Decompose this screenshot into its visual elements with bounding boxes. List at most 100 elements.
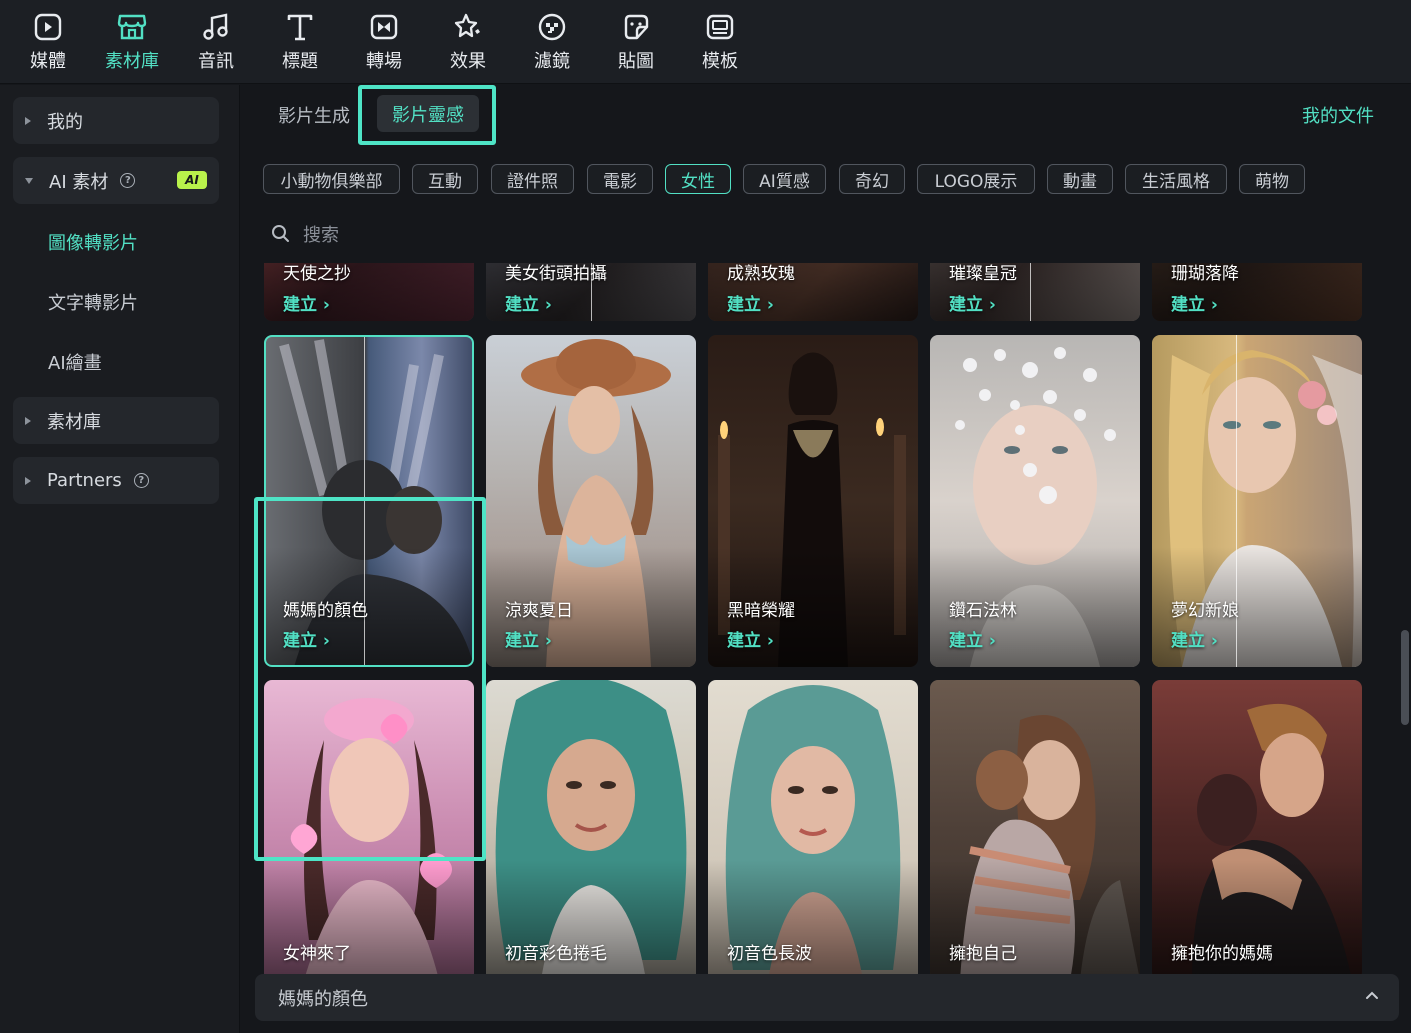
card-create-button[interactable]: 建立 › — [505, 290, 552, 315]
toolbar-effects[interactable]: 效果 — [426, 10, 510, 76]
chip-ai-texture[interactable]: AI質感 — [743, 164, 826, 194]
template-card[interactable]: 初音彩色捲毛 — [486, 680, 696, 975]
sidebar: 我的 AI 素材 ? AI 圖像轉影片 文字轉影片 AI繪畫 素材庫 Partn… — [0, 85, 240, 1033]
toolbar-titles[interactable]: 標題 — [258, 10, 342, 76]
sidebar-subitem-text-to-video[interactable]: 文字轉影片 — [48, 289, 138, 315]
search-icon — [272, 225, 289, 242]
toolbar-media[interactable]: 媒體 — [6, 10, 90, 76]
chip-animation[interactable]: 動畫 — [1047, 164, 1113, 194]
template-card[interactable]: 初音色長波 — [708, 680, 918, 975]
tab-video-inspiration[interactable]: 影片靈感 — [377, 95, 479, 132]
card-create-button[interactable]: 建立 › — [1171, 626, 1218, 651]
my-documents-link[interactable]: 我的文件 — [1302, 102, 1374, 128]
template-icon — [703, 10, 737, 44]
search-placeholder: 搜索 — [303, 225, 339, 246]
toolbar-transitions[interactable]: 轉場 — [342, 10, 426, 76]
content-panel: 影片生成 影片靈感 我的文件 小動物俱樂部 互動 證件照 電影 女性 AI質感 … — [241, 85, 1411, 1033]
ai-badge: AI — [177, 171, 207, 189]
caret-right-icon — [25, 116, 31, 125]
caret-right-icon — [25, 416, 31, 425]
selected-outline — [264, 335, 474, 667]
template-card[interactable]: 女神來了 — [264, 680, 474, 975]
filter-icon — [535, 10, 569, 44]
card-title: 黑暗榮耀 — [727, 601, 795, 621]
chip-female[interactable]: 女性 — [665, 164, 731, 194]
toolbar-label: 媒體 — [30, 51, 66, 72]
template-card[interactable]: 涼爽夏日 建立 › — [486, 335, 696, 667]
effects-star-icon — [451, 10, 485, 44]
app-window: 媒體 素材庫 音訊 標題 轉場 效果 濾鏡 貼圖 模板 我的 AI 素材 ? A… — [0, 0, 1411, 1033]
sidebar-subitem-ai-drawing[interactable]: AI繪畫 — [48, 349, 102, 375]
card-title: 女神來了 — [283, 944, 351, 964]
card-create-button[interactable]: 建立 › — [283, 290, 330, 315]
template-card[interactable]: 黑暗榮耀 建立 › — [708, 335, 918, 667]
chip-cute[interactable]: 萌物 — [1239, 164, 1305, 194]
card-create-button[interactable]: 建立 › — [727, 626, 774, 651]
toolbar-label: 模板 — [702, 51, 738, 72]
card-title: 鑽石法林 — [949, 601, 1017, 621]
toolbar-audio[interactable]: 音訊 — [174, 10, 258, 76]
card-title: 璀璨皇冠 — [949, 264, 1017, 284]
selected-template-bar[interactable]: 媽媽的顏色 — [255, 974, 1399, 1021]
card-create-button[interactable]: 建立 › — [949, 290, 996, 315]
card-create-button[interactable]: 建立 › — [949, 626, 996, 651]
music-note-icon — [199, 10, 233, 44]
text-t-icon — [283, 10, 317, 44]
card-title: 美女街頭拍攝 — [505, 264, 607, 284]
sticker-icon — [619, 10, 653, 44]
toolbar-stickers[interactable]: 貼圖 — [594, 10, 678, 76]
template-card[interactable]: 擁抱自己 — [930, 680, 1140, 975]
toolbar-label: 轉場 — [366, 51, 402, 72]
card-title: 涼爽夏日 — [505, 601, 573, 621]
template-card[interactable]: 成熟玫瑰 建立 › — [708, 263, 918, 321]
scrollbar-thumb[interactable] — [1401, 630, 1409, 725]
chip-interactive[interactable]: 互動 — [412, 164, 478, 194]
chip-small-animals[interactable]: 小動物俱樂部 — [263, 164, 400, 194]
help-icon[interactable]: ? — [120, 173, 136, 188]
selected-template-name: 媽媽的顏色 — [278, 988, 368, 1010]
sidebar-subitem-image-to-video[interactable]: 圖像轉影片 — [48, 229, 138, 255]
chip-id-photo[interactable]: 證件照 — [491, 164, 574, 194]
tab-video-generation[interactable]: 影片生成 — [278, 102, 350, 128]
chip-logo-showcase[interactable]: LOGO展示 — [917, 164, 1035, 194]
template-card-selected[interactable]: 媽媽的顏色 建立 › — [264, 335, 474, 667]
toolbar-stock-library[interactable]: 素材庫 — [90, 10, 174, 76]
sidebar-item-library[interactable]: 素材庫 — [13, 397, 219, 444]
toolbar-label: 貼圖 — [618, 51, 654, 72]
card-create-button[interactable]: 建立 › — [505, 626, 552, 651]
card-create-button[interactable]: 建立 › — [727, 290, 774, 315]
toolbar-label: 濾鏡 — [534, 51, 570, 72]
card-title: 初音彩色捲毛 — [505, 944, 607, 964]
template-card[interactable]: 璀璨皇冠 建立 › — [930, 263, 1140, 321]
template-card[interactable]: 珊瑚落降 建立 › — [1152, 263, 1362, 321]
card-title: 夢幻新娘 — [1171, 601, 1239, 621]
toolbar-templates[interactable]: 模板 — [678, 10, 762, 76]
chip-lifestyle[interactable]: 生活風格 — [1125, 164, 1227, 194]
template-card[interactable]: 擁抱你的媽媽 — [1152, 680, 1362, 975]
card-title: 擁抱你的媽媽 — [1171, 944, 1273, 964]
toolbar-filters[interactable]: 濾鏡 — [510, 10, 594, 76]
sidebar-item-partners[interactable]: Partners ? — [13, 457, 219, 504]
sidebar-item-my[interactable]: 我的 — [13, 97, 219, 144]
toolbar-label: 標題 — [282, 51, 318, 72]
chip-movie[interactable]: 電影 — [587, 164, 653, 194]
card-create-button[interactable]: 建立 › — [1171, 290, 1218, 315]
toolbar-label: 效果 — [450, 51, 486, 72]
chevron-up-icon[interactable] — [1365, 990, 1379, 1000]
card-title: 天使之抄 — [283, 264, 351, 284]
sidebar-item-ai-stock[interactable]: AI 素材 ? AI — [13, 157, 219, 204]
search-input[interactable]: 搜索 — [271, 221, 671, 247]
card-title: 擁抱自己 — [949, 944, 1017, 964]
chip-fantasy[interactable]: 奇幻 — [839, 164, 905, 194]
compare-divider — [1030, 263, 1031, 321]
template-card[interactable]: 鑽石法林 建立 › — [930, 335, 1140, 667]
card-title: 成熟玫瑰 — [727, 264, 795, 284]
caret-right-icon — [25, 476, 31, 485]
card-title: 珊瑚落降 — [1171, 264, 1239, 284]
help-icon[interactable]: ? — [133, 473, 149, 488]
card-title: 初音色長波 — [727, 944, 812, 964]
template-card[interactable]: 天使之抄 建立 › — [264, 263, 474, 321]
template-card[interactable]: 美女街頭拍攝 建立 › — [486, 263, 696, 321]
top-toolbar: 媒體 素材庫 音訊 標題 轉場 效果 濾鏡 貼圖 模板 — [0, 0, 1411, 84]
template-card[interactable]: 夢幻新娘 建立 › — [1152, 335, 1362, 667]
